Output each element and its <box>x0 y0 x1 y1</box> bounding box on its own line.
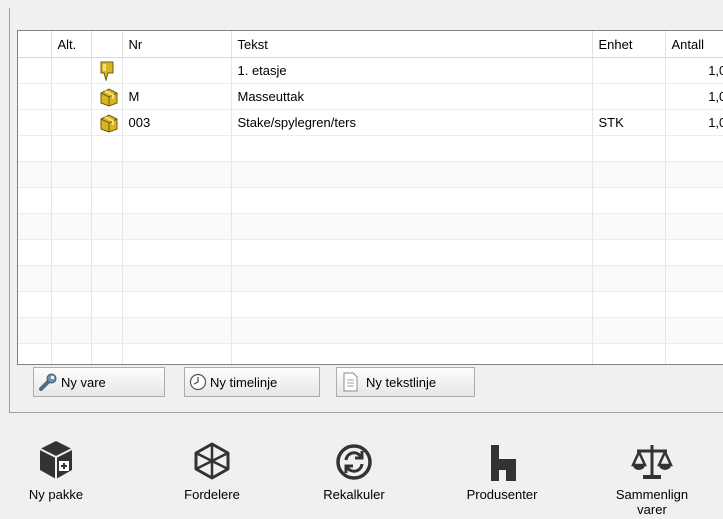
table-row[interactable]: 1. etasje 1,00 <box>18 57 723 84</box>
distributor-icon <box>194 442 230 480</box>
table-row[interactable]: M Masseuttak 1,00 <box>18 83 723 110</box>
row-enhet: STK <box>592 109 666 136</box>
row-nr <box>122 57 232 84</box>
rekalkuler-button[interactable]: Rekalkuler <box>314 418 394 518</box>
col-header-antall[interactable]: Antall <box>665 31 723 58</box>
bottom-toolbar: Ny pakke Fordelere Rekalkuler Produsente… <box>0 418 723 519</box>
ny-tekstlinje-label: Ny tekstlinje <box>366 374 437 390</box>
wrench-icon <box>39 373 57 391</box>
scale-icon <box>631 445 673 479</box>
ny-vare-button[interactable]: Ny vare <box>33 367 165 397</box>
fordelere-label: Fordelere <box>184 487 240 502</box>
clock-icon <box>189 373 207 391</box>
ny-tekstlinje-button[interactable]: Ny tekstlinje <box>336 367 475 397</box>
sammenlign-label-line2: varer <box>637 502 667 517</box>
col-header-alt[interactable]: Alt. <box>51 31 92 58</box>
row-nr: 003 <box>122 109 232 136</box>
new-package-icon <box>39 441 73 479</box>
ny-pakke-button[interactable]: Ny pakke <box>18 418 94 518</box>
ny-timelinje-label: Ny timelinje <box>210 374 278 390</box>
row-enhet <box>592 83 666 110</box>
empty-row[interactable] <box>18 343 723 364</box>
sammenlign-label-line1: Sammenlign <box>615 487 689 502</box>
row-tekst: Masseuttak <box>231 83 593 110</box>
items-grid[interactable]: Alt. Nr Tekst Enhet Antall 1. etasje 1, … <box>17 30 723 365</box>
items-panel: Alt. Nr Tekst Enhet Antall 1. etasje 1, … <box>9 8 723 413</box>
row-antall: 1,00 <box>665 57 723 84</box>
sammenlign-varer-button[interactable]: Sammenlign varer <box>597 418 707 518</box>
package-box-icon <box>100 87 117 107</box>
produsenter-button[interactable]: Produsenter <box>452 418 552 518</box>
empty-row[interactable] <box>18 291 723 318</box>
table-row[interactable]: 003 Stake/spylegren/ters STK 1,00 <box>18 109 723 136</box>
location-pin-icon <box>100 61 113 81</box>
empty-row[interactable] <box>18 213 723 240</box>
document-icon <box>343 372 358 392</box>
row-tekst: Stake/spylegren/ters <box>231 109 593 136</box>
ny-timelinje-button[interactable]: Ny timelinje <box>184 367 320 397</box>
row-nr: M <box>122 83 232 110</box>
refresh-icon <box>336 444 372 480</box>
factory-icon <box>491 445 516 481</box>
empty-row[interactable] <box>18 187 723 214</box>
empty-row[interactable] <box>18 239 723 266</box>
ny-vare-label: Ny vare <box>61 374 106 390</box>
col-header-select[interactable] <box>18 31 52 58</box>
package-box-icon <box>100 113 117 133</box>
col-header-nr[interactable]: Nr <box>122 31 232 58</box>
grid-header-row: Alt. Nr Tekst Enhet Antall <box>18 31 723 58</box>
row-antall: 1,00 <box>665 109 723 136</box>
empty-row[interactable] <box>18 135 723 162</box>
empty-row[interactable] <box>18 265 723 292</box>
empty-row[interactable] <box>18 317 723 344</box>
rekalkuler-label: Rekalkuler <box>323 487 385 502</box>
produsenter-label: Produsenter <box>466 487 538 502</box>
col-header-enhet[interactable]: Enhet <box>592 31 666 58</box>
empty-row[interactable] <box>18 161 723 188</box>
fordelere-button[interactable]: Fordelere <box>172 418 252 518</box>
row-tekst: 1. etasje <box>231 57 593 84</box>
col-header-tekst[interactable]: Tekst <box>231 31 593 58</box>
row-enhet <box>592 57 666 84</box>
ny-pakke-label: Ny pakke <box>28 487 84 502</box>
col-header-icon[interactable] <box>91 31 123 58</box>
row-antall: 1,00 <box>665 83 723 110</box>
